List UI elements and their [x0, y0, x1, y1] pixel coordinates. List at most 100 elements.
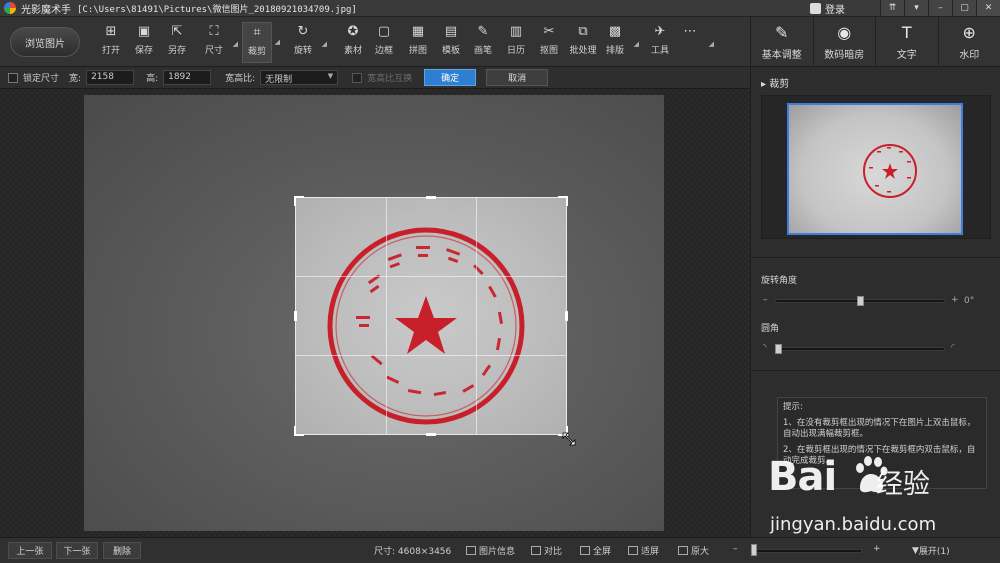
rotate-value: 0°	[964, 296, 975, 306]
crop-frame[interactable]	[294, 196, 568, 436]
browse-images-button[interactable]: 浏览图片	[10, 27, 80, 57]
corner-slider[interactable]	[775, 347, 945, 351]
image-info-button[interactable]: 图片信息	[466, 544, 515, 557]
tab-darkroom[interactable]: ◉ 数码暗房	[814, 17, 876, 66]
rotate-button[interactable]: ↻ 旋转 ◢	[288, 24, 327, 61]
fit-screen-button[interactable]: 适屏	[628, 544, 659, 557]
zoom-slider-thumb[interactable]	[751, 544, 757, 556]
save-as-button[interactable]: ⇱ 另存	[162, 25, 192, 61]
corner-slider-thumb[interactable]	[775, 344, 782, 354]
crop-dropdown-icon[interactable]: ◢	[275, 38, 280, 46]
crop-section-title[interactable]: ▸ 裁剪	[761, 75, 789, 90]
crop-handle-top-left[interactable]	[294, 196, 304, 206]
collage-icon: ▦	[411, 24, 425, 39]
open-icon: ⊞	[105, 24, 117, 39]
original-label: 原大	[691, 547, 710, 557]
resize-button[interactable]: ⛶ 尺寸 ◢	[199, 25, 238, 61]
rotate-icon: ↻	[297, 24, 309, 39]
fullscreen-icon	[580, 546, 590, 555]
prev-image-button[interactable]: 上一张	[8, 542, 52, 559]
rotate-increase-button[interactable]: +	[951, 295, 959, 305]
tool-label: 画笔	[473, 46, 492, 56]
save-button[interactable]: ▣ 保存	[129, 25, 159, 61]
layout-button[interactable]: ▩ 排版 ◢	[600, 24, 639, 61]
original-size-button[interactable]: 原大	[678, 544, 709, 557]
red-stamp-image	[327, 227, 525, 425]
swap-ratio-checkbox[interactable]	[352, 72, 363, 83]
ratio-label: 宽高比:	[225, 74, 256, 84]
expand-filmstrip-button[interactable]: ▼ 展开(1)	[912, 544, 950, 558]
preview-frame	[761, 95, 991, 239]
crop-handle-bottom-left[interactable]	[294, 426, 304, 436]
login-button[interactable]: 登录	[810, 0, 845, 17]
watermark-icon: ⊕	[962, 23, 976, 42]
crop-handle-right[interactable]	[565, 311, 568, 321]
baidu-watermark: Bai 经验 jingyan.baidu.com	[768, 452, 988, 544]
compare-button[interactable]: 对比	[531, 544, 562, 557]
crop-handle-bottom[interactable]	[426, 433, 436, 436]
compare-label: 对比	[544, 547, 563, 557]
maximize-button[interactable]: ▢	[952, 0, 976, 16]
main-toolbar: 浏览图片 ⊞ 打开 ▣ 保存 ⇱ 另存 ⛶ 尺寸 ◢ ⌗ 裁剪 ◢ ↻ 旋转 ◢ ✪ 素材 ▢ 边框 …	[0, 17, 750, 67]
tools-button[interactable]: ✈ 工具	[645, 25, 675, 61]
grid-line	[386, 198, 387, 434]
tool-label: 工具	[650, 46, 669, 56]
crop-button[interactable]: ⌗ 裁剪 ◢	[242, 22, 280, 63]
height-input[interactable]: 1892	[163, 70, 212, 85]
image-canvas[interactable]	[0, 89, 750, 537]
chevron-down-icon: ▼	[912, 545, 919, 556]
lock-size-checkbox[interactable]	[8, 72, 18, 83]
open-button[interactable]: ⊞ 打开	[96, 25, 126, 61]
text-icon: T	[901, 23, 912, 42]
crop-handle-left[interactable]	[294, 311, 297, 321]
delete-button[interactable]: 删除	[103, 542, 141, 559]
more-button[interactable]: ⋯ ◢	[675, 24, 715, 61]
calendar-button[interactable]: ▥ 日历	[501, 25, 531, 61]
materials-icon: ✪	[347, 24, 359, 39]
tool-label: 素材	[343, 46, 362, 56]
tips-title: 提示:	[783, 402, 803, 412]
border-button[interactable]: ▢ 边框	[369, 25, 399, 61]
zoom-slider[interactable]	[750, 549, 862, 553]
crop-handle-top-right[interactable]	[558, 196, 568, 206]
rotate-angle-label: 旋转角度	[761, 276, 798, 286]
template-button[interactable]: ▤ 模板	[436, 25, 466, 61]
batch-button[interactable]: ⧉ 批处理	[566, 25, 600, 61]
cancel-button[interactable]: 取消	[486, 69, 549, 86]
rotate-slider-thumb[interactable]	[857, 296, 864, 306]
brush-button[interactable]: ✎ 画笔	[468, 25, 498, 61]
collage-button[interactable]: ▦ 拼图	[403, 25, 433, 61]
ratio-select[interactable]: 无限制 ▼	[260, 70, 339, 85]
fullscreen-button[interactable]: 全屏	[580, 544, 611, 557]
materials-button[interactable]: ✪ 素材	[338, 25, 368, 61]
tool-label: 排版	[605, 46, 624, 56]
crop-title-text: 裁剪	[769, 79, 790, 90]
confirm-button[interactable]: 确定	[424, 69, 477, 86]
crop-icon: ⌗	[253, 25, 261, 40]
close-button[interactable]: ✕	[976, 0, 1000, 16]
watermark-url: jingyan.baidu.com	[770, 514, 937, 535]
menu-button[interactable]: ▾	[904, 0, 928, 16]
layout-dropdown-icon[interactable]: ◢	[634, 40, 639, 48]
layout-icon: ▩	[608, 24, 622, 39]
expand-label: 展开(1)	[918, 547, 950, 557]
minimize-button[interactable]: –	[928, 0, 952, 16]
next-image-button[interactable]: 下一张	[56, 542, 98, 559]
zoom-out-button[interactable]: –	[733, 544, 738, 554]
cutout-button[interactable]: ✂ 抠图	[534, 25, 564, 61]
more-dropdown-icon[interactable]: ◢	[709, 40, 714, 48]
zoom-in-button[interactable]: +	[873, 544, 881, 554]
pin-button[interactable]: ⇈	[880, 0, 904, 16]
grid-line	[296, 355, 566, 356]
resize-dropdown-icon[interactable]: ◢	[233, 40, 238, 48]
tab-basic-adjust[interactable]: ✎ 基本调整	[751, 17, 814, 66]
app-logo-icon	[4, 2, 16, 14]
crop-handle-top[interactable]	[426, 196, 436, 199]
tab-text[interactable]: T 文字	[876, 17, 939, 66]
rotate-dropdown-icon[interactable]: ◢	[322, 40, 327, 48]
preview-thumbnail[interactable]	[787, 103, 963, 235]
tab-watermark[interactable]: ⊕ 水印	[939, 17, 1000, 66]
rotate-decrease-button[interactable]: –	[763, 295, 768, 305]
width-input[interactable]: 2158	[86, 70, 135, 85]
more-icon: ⋯	[683, 24, 697, 39]
